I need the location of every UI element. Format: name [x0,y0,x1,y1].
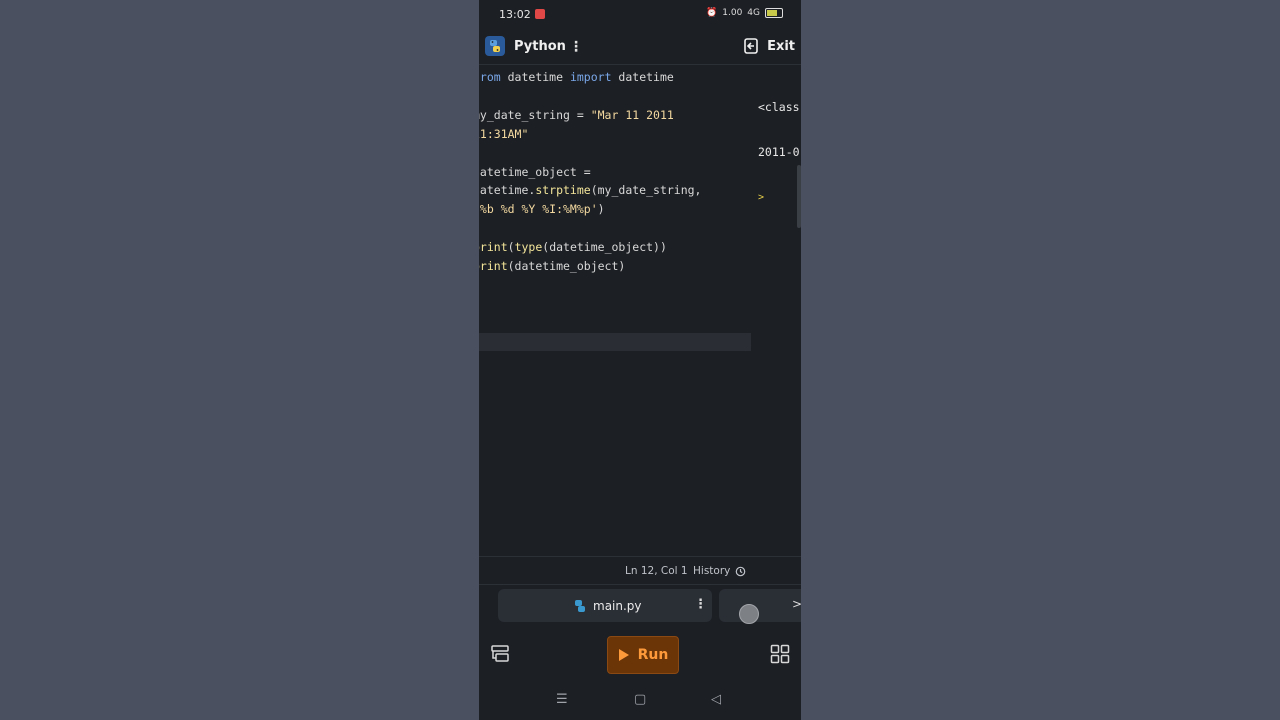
home-icon[interactable]: ▢ [634,692,646,707]
back-icon[interactable]: ◁ [711,692,721,707]
signal-icon: 4G [747,8,760,18]
recent-apps-icon[interactable]: ☰ [556,692,568,707]
status-time: 13:02 [499,8,531,21]
code-line[interactable]: print(type(datetime_object)) [479,238,667,257]
history-icon [736,566,746,576]
alarm-icon: ⏰ [706,8,718,18]
battery-icon [765,8,783,18]
code-line[interactable]: from datetime import datetime [479,68,674,87]
more-options-icon[interactable]: ⋮ [569,38,583,56]
touch-indicator [739,604,759,624]
python-file-icon [575,600,585,612]
exit-icon [744,38,758,54]
file-tree-icon[interactable] [490,644,510,664]
console-output[interactable]: <class 2011-0 > [758,70,801,250]
scrollbar-handle[interactable] [797,165,801,228]
editor-status-line: Ln 12, Col 1 History [479,556,801,585]
screen-record-icon [535,9,545,19]
file-tabs: main.py ⋮ >_ [479,588,801,624]
language-title: Python [514,39,566,54]
exit-label: Exit [767,38,795,54]
tab-main-py[interactable]: main.py ⋮ [498,589,712,622]
header: Python ⋮ Exit [479,30,801,65]
grid-menu-icon[interactable] [770,644,790,664]
tab-options-icon[interactable]: ⋮ [694,597,707,612]
code-line[interactable]: '%b %d %Y %I:%M%p') [479,200,605,219]
console-line: <class [758,100,800,114]
exit-button[interactable]: Exit [743,37,795,55]
play-icon [618,649,629,661]
run-button[interactable]: Run [607,636,679,674]
status-icons: ⏰ 1.00 4G [706,8,783,18]
history-label: History [693,565,731,577]
tab-console[interactable]: >_ [719,589,801,624]
code-line[interactable]: datetime_object = [479,163,591,182]
tab-file-name: main.py [593,599,642,613]
phone-screen: 13:02 ⏰ 1.00 4G Python ⋮ Exit rom dateti… [479,0,801,720]
run-label: Run [637,647,669,663]
code-editor[interactable]: from datetime import datetime my_date_st… [479,64,751,556]
code-line[interactable]: 11:31AM" [479,125,528,144]
history-button[interactable]: History [693,565,746,577]
network-speed-icon: 1.00 [722,8,743,18]
code-line[interactable]: print(datetime_object) [479,257,625,276]
code-line[interactable]: my_date_string = "Mar 11 2011 [479,106,674,125]
console-line: 2011-0 [758,145,800,159]
bottom-bar: Run [479,634,801,678]
current-line-highlight [479,333,751,351]
terminal-icon: >_ [792,597,801,611]
python-logo-icon[interactable] [485,36,505,56]
status-bar: 13:02 ⏰ 1.00 4G [479,0,801,28]
cursor-position: Ln 12, Col 1 [625,565,688,577]
console-prompt: > [758,192,765,203]
code-line[interactable]: datetime.strptime(my_date_string, [479,181,701,200]
android-nav-bar: ☰ ▢ ◁ [479,684,801,720]
